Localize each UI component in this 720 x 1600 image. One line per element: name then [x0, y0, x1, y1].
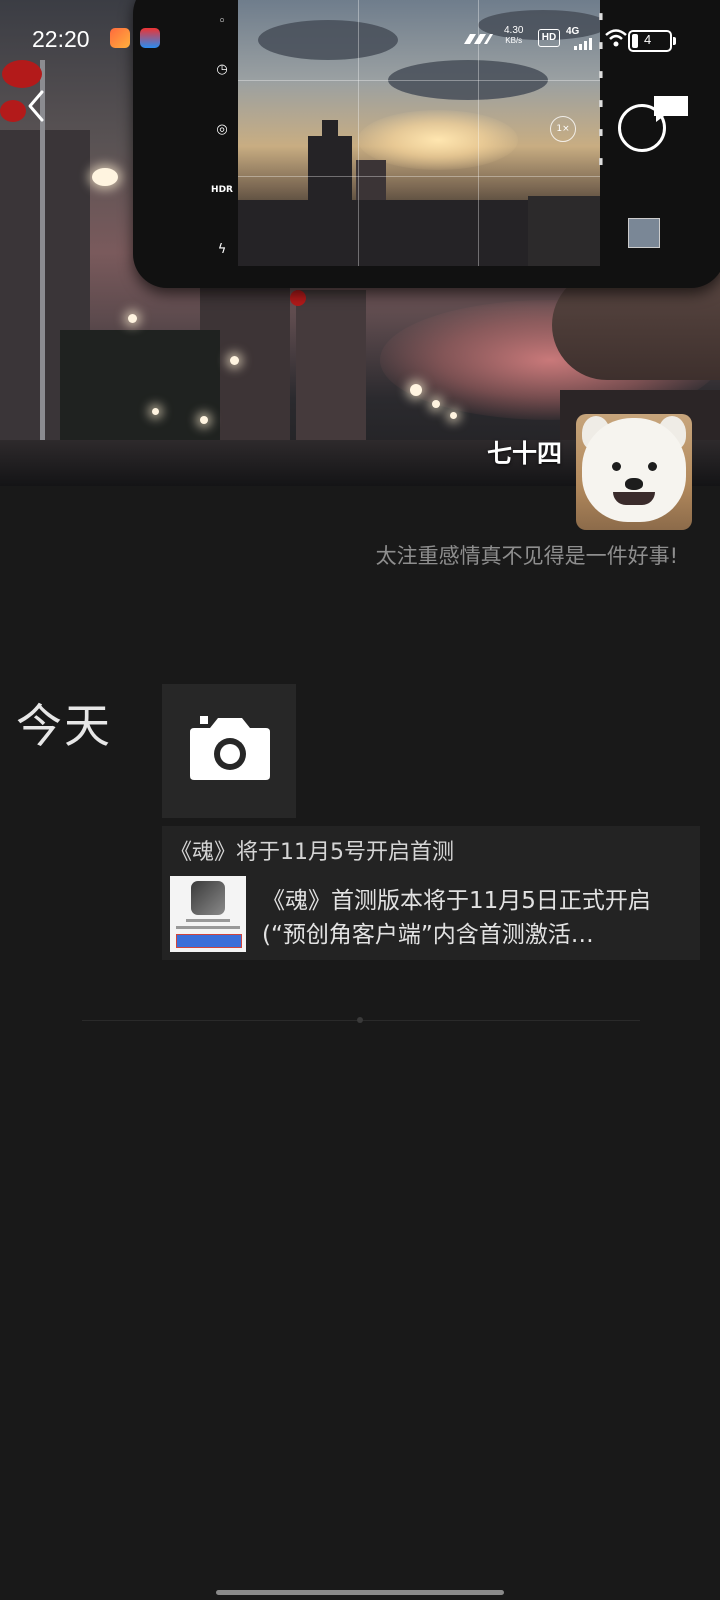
status-bar: 22:20 4.30 KB/s HD 4G 4 — [0, 20, 720, 60]
battery-icon: 4 — [628, 30, 676, 52]
net-speed-unit: KB/s — [505, 36, 523, 45]
street-lamp — [450, 412, 457, 419]
share-thumbnail — [170, 876, 246, 952]
profile-nickname: 七十四 — [486, 439, 562, 468]
hd-badge: HD — [538, 29, 560, 47]
end-of-feed-dot — [357, 1017, 363, 1023]
hdr-label: HDR — [211, 185, 233, 195]
share-description: 《魂》首测版本将于11月5日正式开启 (“预创角客户端”内含首测激活… — [262, 884, 692, 952]
red-lantern — [290, 290, 306, 306]
red-lantern — [2, 60, 42, 88]
nfc-icon — [464, 34, 493, 44]
profile-signature: 太注重感情真不见得是一件好事! — [375, 544, 678, 568]
street-lamp — [410, 384, 422, 396]
camera-icon — [190, 716, 270, 780]
home-indicator[interactable] — [216, 1590, 504, 1595]
shared-link-card[interactable]: 《魂》将于11月5号开启首测 《魂》首测版本将于11月5日正式开启 (“预创角客… — [162, 826, 700, 960]
maps-icon — [140, 28, 160, 48]
signal-icon — [574, 38, 592, 50]
wifi-icon — [605, 29, 627, 47]
net-speed: 4.30 KB/s — [504, 26, 523, 46]
share-desc-line2: (“预创角客户端”内含首测激活… — [262, 922, 594, 948]
street-lamp — [432, 400, 440, 408]
post-date-label: 今天 — [16, 699, 112, 753]
share-title: 《魂》将于11月5号开启首测 — [170, 840, 454, 865]
share-desc-line1: 《魂》首测版本将于11月5日正式开启 — [262, 888, 651, 914]
live-photo-icon: ◎ — [216, 122, 228, 137]
battery-level: 4 — [644, 32, 652, 47]
status-time: 22:20 — [32, 26, 90, 52]
street-lamp — [152, 408, 159, 415]
gallery-thumbnail-icon — [628, 218, 660, 248]
street-lamp — [230, 356, 239, 365]
street-lamp — [128, 314, 137, 323]
street-lamp — [200, 416, 208, 424]
building — [296, 290, 366, 460]
network-type: 4G — [566, 26, 580, 37]
post-photo-button[interactable] — [162, 684, 296, 818]
street-lamp — [92, 168, 118, 186]
back-icon[interactable] — [20, 86, 52, 126]
timer-icon: ◷ — [216, 62, 228, 77]
game-app-icon — [191, 881, 225, 915]
kuaishou-icon — [110, 28, 130, 48]
message-icon[interactable] — [652, 94, 690, 124]
avatar[interactable] — [576, 414, 692, 530]
net-speed-value: 4.30 — [504, 25, 524, 36]
zoom-indicator: 1× — [550, 116, 576, 142]
flash-off-icon: ϟ — [217, 242, 227, 257]
